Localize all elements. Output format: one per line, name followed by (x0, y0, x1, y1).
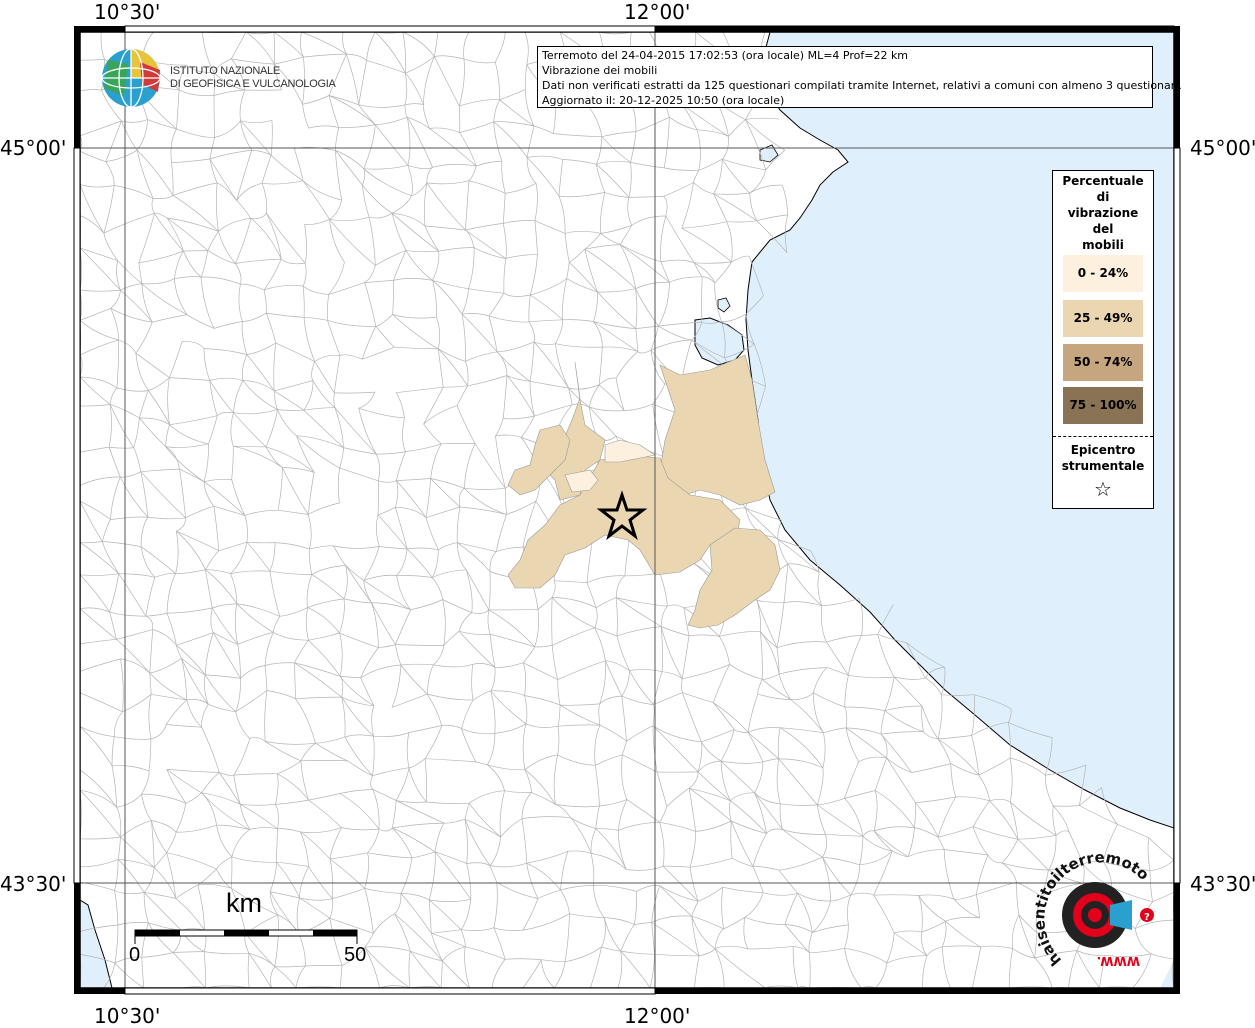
scale-unit: km (226, 888, 262, 919)
legend-epicenter-line: strumentale (1053, 458, 1153, 474)
legend-title-line: mobili (1053, 237, 1153, 253)
legend-title: Percentuale di vibrazione del mobili (1053, 173, 1153, 253)
legend-item-50-74: 50 - 74% (1063, 344, 1143, 381)
intensity-map: ? haisentitoilterremoto.it WWW. (0, 0, 1255, 1024)
coord-label-left-upper: 45°00' (0, 136, 66, 160)
logo-www: WWW. (1097, 954, 1140, 968)
ingv-line1: ISTITUTO NAZIONALE (170, 65, 336, 78)
coord-label-top-right: 12°00' (624, 0, 690, 24)
legend-title-line: del (1053, 221, 1153, 237)
updated-date: Aggiornato il: 20-12-2025 10:50 (ora loc… (542, 93, 1148, 108)
svg-text:?: ? (1144, 912, 1150, 923)
map-subject: Vibrazione dei mobili (542, 63, 1148, 78)
legend-title-line: vibrazione (1053, 205, 1153, 221)
scale-end: 50 (344, 944, 366, 967)
legend-separator (1053, 436, 1153, 437)
legend-title-line: di (1053, 189, 1153, 205)
legend-title-line: Percentuale (1053, 173, 1153, 189)
legend-item-75-100: 75 - 100% (1063, 387, 1143, 424)
ingv-logo (102, 49, 160, 107)
coord-label-right-lower: 43°30' (1190, 872, 1255, 896)
legend: Percentuale di vibrazione del mobili 0 -… (1052, 170, 1154, 509)
legend-epicenter-line: Epicentro (1053, 442, 1153, 458)
ingv-line2: DI GEOFISICA E VULCANOLOGIA (170, 78, 336, 91)
coord-label-right-upper: 45°00' (1190, 136, 1255, 160)
event-info-box: Terremoto del 24-04-2015 17:02:53 (ora l… (537, 46, 1153, 108)
event-line: Terremoto del 24-04-2015 17:02:53 (ora l… (542, 48, 1148, 63)
legend-star-icon: ☆ (1053, 477, 1153, 501)
legend-epicenter-label: Epicentro strumentale (1053, 442, 1153, 474)
legend-item-0-24: 0 - 24% (1063, 255, 1143, 292)
ingv-name: ISTITUTO NAZIONALE DI GEOFISICA E VULCAN… (170, 65, 336, 91)
coord-label-bottom-left: 10°30' (94, 1004, 160, 1028)
coord-label-top-left: 10°30' (94, 0, 160, 24)
coord-label-bottom-right: 12°00' (624, 1004, 690, 1028)
coord-label-left-lower: 43°30' (0, 872, 66, 896)
scale-start: 0 (129, 944, 140, 967)
data-note: Dati non verificati estratti da 125 ques… (542, 78, 1148, 93)
legend-item-25-49: 25 - 49% (1063, 300, 1143, 337)
